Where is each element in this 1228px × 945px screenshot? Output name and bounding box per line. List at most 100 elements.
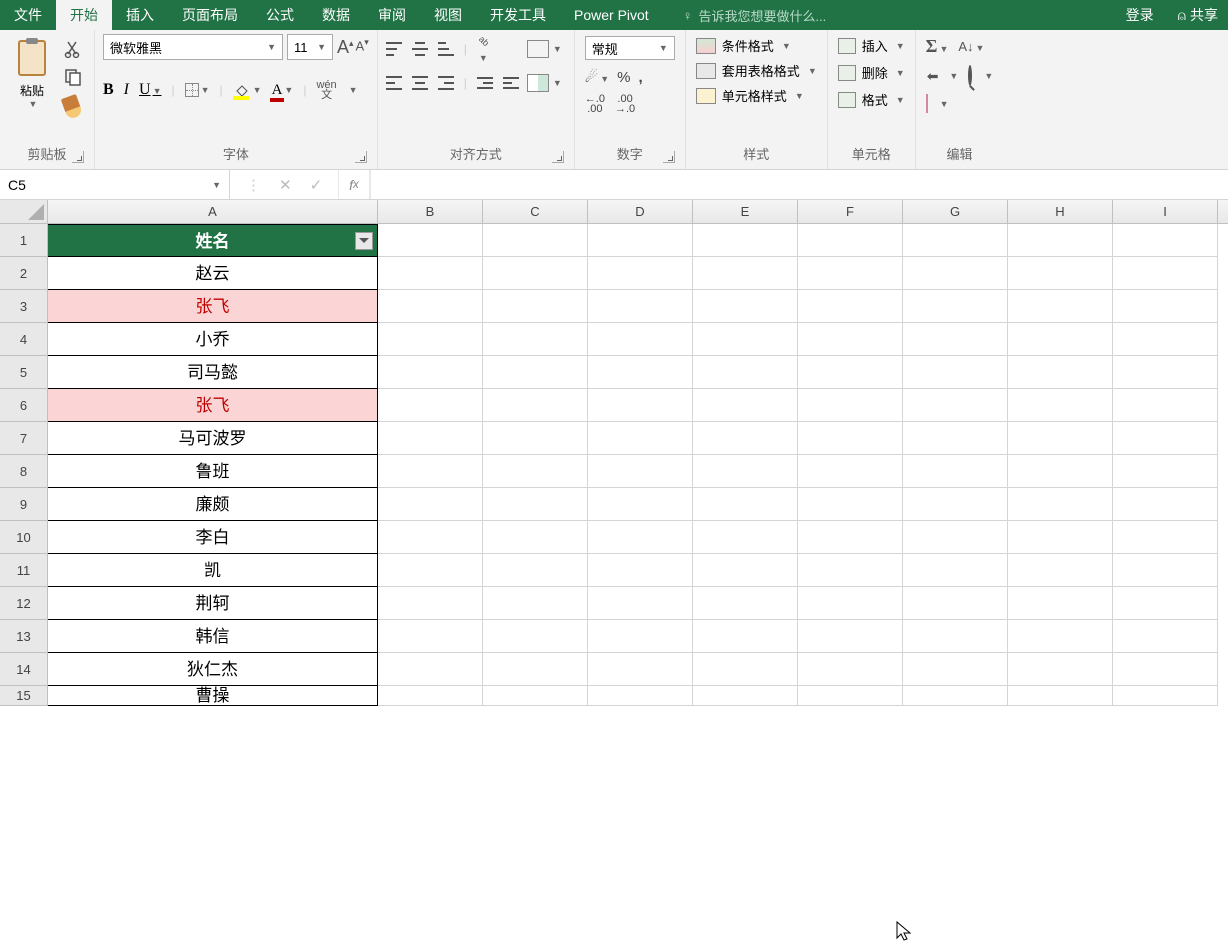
table-cell[interactable]: 荆轲 xyxy=(48,587,378,620)
column-header[interactable]: E xyxy=(693,200,798,223)
wrap-text-button[interactable]: ▼ xyxy=(527,40,562,58)
align-bottom-button[interactable] xyxy=(438,42,454,56)
table-cell[interactable] xyxy=(1113,620,1218,653)
table-cell[interactable] xyxy=(1113,455,1218,488)
table-cell[interactable] xyxy=(1008,389,1113,422)
insert-cells-button[interactable]: 插入▼ xyxy=(838,36,905,55)
table-cell[interactable] xyxy=(693,587,798,620)
fill-button[interactable]: ⬇ xyxy=(923,70,940,82)
table-cell[interactable]: 小乔 xyxy=(48,323,378,356)
table-cell[interactable] xyxy=(693,257,798,290)
conditional-formatting-button[interactable]: 条件格式▼ xyxy=(696,36,817,55)
table-cell[interactable] xyxy=(903,587,1008,620)
table-cell[interactable]: 廉颇 xyxy=(48,488,378,521)
table-cell[interactable] xyxy=(1008,488,1113,521)
row-header[interactable]: 5 xyxy=(0,356,48,389)
column-header[interactable]: A xyxy=(48,200,378,223)
table-cell[interactable] xyxy=(378,488,483,521)
table-cell[interactable] xyxy=(483,323,588,356)
table-cell[interactable] xyxy=(1008,323,1113,356)
table-cell[interactable] xyxy=(1008,455,1113,488)
increase-decimal-button[interactable]: ←.0.00 xyxy=(585,94,605,114)
table-cell[interactable] xyxy=(798,422,903,455)
column-header[interactable]: G xyxy=(903,200,1008,223)
table-cell[interactable] xyxy=(483,587,588,620)
table-cell[interactable] xyxy=(483,620,588,653)
table-cell[interactable] xyxy=(483,224,588,257)
table-cell[interactable] xyxy=(588,554,693,587)
table-cell[interactable] xyxy=(903,224,1008,257)
table-cell[interactable] xyxy=(378,587,483,620)
table-cell[interactable]: 李白 xyxy=(48,521,378,554)
login-button[interactable]: 登录 xyxy=(1112,5,1168,25)
table-cell[interactable] xyxy=(693,521,798,554)
table-cell[interactable] xyxy=(1008,290,1113,323)
format-as-table-button[interactable]: 套用表格格式▼ xyxy=(696,61,817,80)
column-header[interactable]: I xyxy=(1113,200,1218,223)
menu-powerpivot[interactable]: Power Pivot xyxy=(560,0,663,30)
table-cell[interactable] xyxy=(693,620,798,653)
table-cell[interactable] xyxy=(378,257,483,290)
cancel-button[interactable]: ✕ xyxy=(279,176,292,194)
table-cell[interactable]: 狄仁杰 xyxy=(48,653,378,686)
name-box[interactable]: C5 ▼ xyxy=(0,170,230,199)
table-cell[interactable] xyxy=(903,257,1008,290)
table-cell[interactable] xyxy=(903,488,1008,521)
align-middle-button[interactable] xyxy=(412,42,428,56)
table-cell[interactable] xyxy=(1008,257,1113,290)
table-cell[interactable] xyxy=(693,455,798,488)
find-select-button[interactable] xyxy=(968,67,972,85)
row-header[interactable]: 15 xyxy=(0,686,48,706)
number-format-select[interactable]: 常规 ▼ xyxy=(585,36,675,60)
share-button[interactable]: ⍝ 共享 xyxy=(1168,5,1228,25)
cell-styles-button[interactable]: 单元格样式▼ xyxy=(696,86,817,105)
table-cell[interactable] xyxy=(1008,653,1113,686)
table-cell[interactable] xyxy=(588,455,693,488)
table-cell[interactable] xyxy=(483,422,588,455)
table-cell[interactable]: 马可波罗 xyxy=(48,422,378,455)
table-cell[interactable] xyxy=(903,323,1008,356)
merge-center-button[interactable]: ▼ xyxy=(527,74,562,92)
align-left-button[interactable] xyxy=(386,76,402,90)
split-handle-icon[interactable]: ⋮ xyxy=(246,176,261,194)
borders-button[interactable]: ▼ xyxy=(185,83,210,97)
row-header[interactable]: 6 xyxy=(0,389,48,422)
column-header[interactable]: B xyxy=(378,200,483,223)
bold-button[interactable]: B xyxy=(103,81,114,99)
table-cell[interactable] xyxy=(1008,686,1113,706)
align-top-button[interactable] xyxy=(386,42,402,56)
row-header[interactable]: 4 xyxy=(0,323,48,356)
table-cell[interactable] xyxy=(798,554,903,587)
autosum-button[interactable]: Σ▼ xyxy=(926,36,949,57)
table-cell[interactable] xyxy=(903,455,1008,488)
table-cell[interactable] xyxy=(693,389,798,422)
table-cell[interactable] xyxy=(1113,422,1218,455)
menu-formulas[interactable]: 公式 xyxy=(252,0,308,30)
table-cell[interactable] xyxy=(378,521,483,554)
decrease-indent-button[interactable] xyxy=(477,76,493,90)
row-header[interactable]: 8 xyxy=(0,455,48,488)
fx-button[interactable]: fx xyxy=(339,170,370,199)
table-cell[interactable] xyxy=(1008,422,1113,455)
table-cell[interactable] xyxy=(903,422,1008,455)
table-cell[interactable] xyxy=(693,290,798,323)
align-right-button[interactable] xyxy=(438,76,454,90)
menu-dev[interactable]: 开发工具 xyxy=(476,0,560,30)
clear-button[interactable] xyxy=(926,95,928,113)
underline-button[interactable]: U▼ xyxy=(139,81,161,99)
table-cell[interactable] xyxy=(378,224,483,257)
table-cell[interactable] xyxy=(588,224,693,257)
row-header[interactable]: 14 xyxy=(0,653,48,686)
menu-file[interactable]: 文件 xyxy=(0,0,56,30)
table-cell[interactable] xyxy=(378,653,483,686)
increase-font-button[interactable]: A▴ xyxy=(337,37,354,58)
delete-cells-button[interactable]: 删除▼ xyxy=(838,63,905,82)
cut-button[interactable] xyxy=(64,40,82,58)
font-size-select[interactable]: 11 ▼ xyxy=(287,34,333,60)
table-cell[interactable] xyxy=(798,620,903,653)
table-cell[interactable] xyxy=(693,686,798,706)
row-header[interactable]: 11 xyxy=(0,554,48,587)
row-header[interactable]: 13 xyxy=(0,620,48,653)
column-header[interactable]: C xyxy=(483,200,588,223)
table-cell[interactable] xyxy=(378,686,483,706)
